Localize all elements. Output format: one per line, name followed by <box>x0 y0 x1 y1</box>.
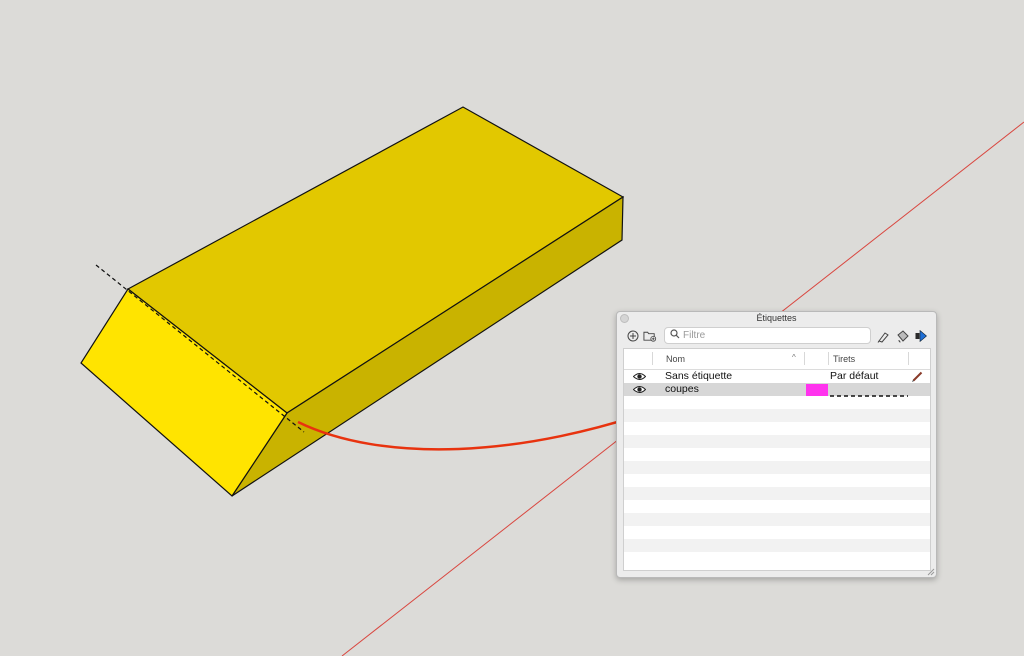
table-row <box>624 396 930 409</box>
tags-panel: Étiquettes Nom ^ <box>616 311 937 578</box>
panel-titlebar[interactable]: Étiquettes <box>617 312 936 324</box>
search-field[interactable] <box>664 327 871 344</box>
table-row <box>624 409 930 422</box>
tag-name[interactable]: Sans étiquette <box>665 370 732 382</box>
table-header: Nom ^ Tirets <box>624 349 930 370</box>
details-arrow-icon[interactable] <box>914 329 928 343</box>
table-row[interactable]: coupes <box>624 383 930 397</box>
tag-bucket-icon[interactable] <box>895 329 909 343</box>
add-folder-icon[interactable] <box>643 329 657 343</box>
table-row[interactable]: Sans étiquette Par défaut <box>624 370 930 383</box>
table-row <box>624 513 930 526</box>
column-divider <box>652 352 653 365</box>
tag-tool-icon[interactable] <box>876 329 890 343</box>
add-tag-icon[interactable] <box>626 329 640 343</box>
column-divider <box>908 352 909 365</box>
table-row <box>624 552 930 565</box>
column-header-name[interactable]: Nom <box>666 354 685 364</box>
table-row <box>624 422 930 435</box>
tag-dashes-value[interactable]: Par défaut <box>830 370 878 382</box>
table-row <box>624 526 930 539</box>
table-row <box>624 435 930 448</box>
table-row <box>624 474 930 487</box>
search-icon <box>670 329 680 342</box>
tag-name[interactable]: coupes <box>665 383 699 395</box>
dashed-line-style[interactable] <box>830 388 908 397</box>
column-header-dashes[interactable]: Tirets <box>833 354 855 364</box>
table-row <box>624 487 930 500</box>
tag-color-swatch[interactable] <box>806 384 828 396</box>
eye-icon[interactable] <box>632 371 647 382</box>
panel-title: Étiquettes <box>756 313 797 323</box>
column-divider <box>804 352 805 365</box>
resize-handle-icon[interactable] <box>927 568 935 576</box>
table-row <box>624 461 930 474</box>
eye-icon[interactable] <box>632 384 647 395</box>
sort-ascending-icon[interactable]: ^ <box>792 353 796 362</box>
panel-toolbar <box>617 326 936 346</box>
table-row <box>624 448 930 461</box>
table-row <box>624 539 930 552</box>
column-divider <box>828 352 829 365</box>
search-input[interactable] <box>680 330 863 341</box>
table-row <box>624 500 930 513</box>
tags-table: Nom ^ Tirets Sans étiquette Par défaut c… <box>623 348 931 571</box>
